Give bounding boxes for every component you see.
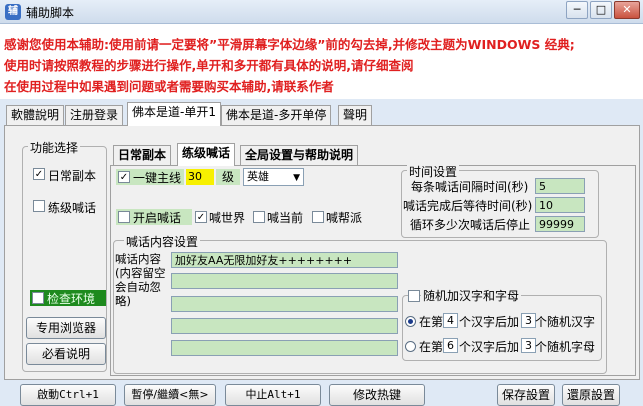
notice-line-2: 使用时请按照教程的步骤进行操作,单开和多开都有具体的说明,请仔细查阅 [4, 58, 414, 73]
chevron-down-icon: ▼ [293, 173, 300, 183]
content-group-title: 喊话内容设置 [124, 233, 201, 250]
level-input[interactable]: 30 [186, 169, 214, 185]
random-letter-radio[interactable] [405, 341, 416, 352]
row1-m-input[interactable]: 3 [521, 313, 536, 328]
row1-n-input[interactable]: 4 [443, 313, 458, 328]
content-line-1[interactable]: 加好友AA无限加好友++++++++ [171, 252, 398, 268]
tab-software-info[interactable]: 軟體說明 [6, 105, 65, 125]
content-label: 喊话内容 (内容留空会自动忽略) [115, 252, 166, 308]
close-button[interactable]: ✕ [614, 1, 640, 19]
shout-current-checkbox[interactable] [253, 211, 265, 223]
function-group-title: 功能选择 [28, 139, 81, 156]
title-bar [0, 0, 643, 24]
hero-select[interactable]: 英雄 ▼ [243, 168, 304, 186]
row1-prefix: 在第 [419, 315, 444, 329]
random-hanzi-radio[interactable] [405, 316, 416, 327]
content-line-3[interactable] [171, 296, 398, 312]
browser-button[interactable]: 专用浏览器 [26, 317, 106, 339]
notice-line-1: 感谢您使用本辅助:使用前请一定要将”平滑屏幕字体边缘”前的勾去掉,并修改主题为W… [4, 37, 575, 52]
subtab-daily[interactable]: 日常副本 [113, 145, 172, 165]
one-key-checkbox[interactable]: ✓ [118, 171, 130, 183]
tab-multi-open[interactable]: 佛本是道-多开单停 [221, 105, 332, 125]
notice-panel: 感谢您使用本辅助:使用前请一定要将”平滑屏幕字体边缘”前的勾去掉,并修改主题为W… [0, 24, 643, 99]
daily-label: 日常副本 [48, 169, 97, 183]
row2-n-input[interactable]: 6 [443, 338, 458, 353]
one-key-label: 一键主线 [133, 171, 182, 185]
subtab-global[interactable]: 全局设置与帮助说明 [240, 145, 359, 165]
wait-input[interactable]: 10 [535, 197, 585, 213]
hero-select-value: 英雄 [247, 170, 269, 183]
row1-suffix: 个随机汉字 [535, 315, 596, 329]
minimize-button[interactable]: ─ [566, 1, 588, 19]
tab-single-open[interactable]: 佛本是道-单开1 [127, 102, 221, 126]
row2-suffix: 个随机字母 [535, 340, 596, 354]
shout-guild-checkbox[interactable] [312, 211, 324, 223]
level-label: 级 [216, 169, 240, 185]
practice-label: 练级喊话 [48, 201, 97, 215]
open-shout-label: 开启喊话 [133, 211, 182, 225]
shout-guild-label: 喊帮派 [326, 211, 363, 225]
restore-settings-button[interactable]: 還原設置 [562, 384, 620, 406]
start-button[interactable]: 啟動Ctrl+1 [20, 384, 116, 406]
save-settings-button[interactable]: 保存設置 [497, 384, 555, 406]
open-shout-checkbox[interactable] [118, 211, 130, 223]
shout-world-checkbox[interactable]: ✓ [195, 211, 207, 223]
interval-input[interactable]: 5 [535, 178, 585, 194]
row1-mid: 个汉字后加 [459, 315, 520, 329]
content-line-2[interactable] [171, 273, 398, 289]
wait-label: 喊话完成后等待时间(秒) [403, 199, 533, 213]
hotkey-button[interactable]: 修改热键 [329, 384, 425, 406]
pause-button[interactable]: 暫停/繼續<無> [124, 384, 216, 406]
check-env-label: 检查环境 [47, 292, 96, 306]
subtab-practice[interactable]: 练级喊话 [177, 143, 236, 166]
practice-checkbox[interactable] [33, 200, 45, 212]
tab-register-login[interactable]: 注册登录 [65, 105, 124, 125]
window-title: 辅助脚本 [26, 6, 75, 20]
row2-mid: 个汉字后加 [459, 340, 520, 354]
guide-button[interactable]: 必看说明 [26, 343, 106, 365]
row2-m-input[interactable]: 3 [521, 338, 536, 353]
random-label: 随机加汉字和字母 [421, 287, 522, 304]
loop-input[interactable]: 99999 [535, 216, 585, 232]
content-line-5[interactable] [171, 340, 398, 356]
check-env-checkbox[interactable] [32, 292, 44, 304]
content-line-4[interactable] [171, 318, 398, 334]
loop-label: 循环多少次喊话后停止 [410, 218, 531, 232]
app-icon: 辅 [5, 4, 21, 20]
interval-label: 每条喊话间隔时间(秒) [411, 180, 529, 194]
shout-world-label: 喊世界 [209, 211, 246, 225]
notice-line-3: 在使用过程中如果遇到问题或者需要购买本辅助,请联系作者 [4, 79, 334, 94]
random-checkbox[interactable] [408, 290, 420, 302]
daily-checkbox[interactable]: ✓ [33, 168, 45, 180]
maximize-button[interactable]: □ [590, 1, 612, 19]
stop-button[interactable]: 中止Alt+1 [225, 384, 321, 406]
row2-prefix: 在第 [419, 340, 444, 354]
shout-current-label: 喊当前 [267, 211, 304, 225]
tab-statement[interactable]: 聲明 [338, 105, 373, 125]
